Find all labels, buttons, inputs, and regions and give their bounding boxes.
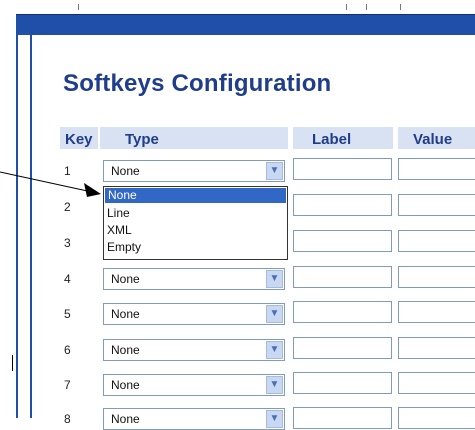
dropdown-option-empty[interactable]: Empty xyxy=(107,240,141,254)
type-dropdown-list[interactable]: None Line XML Empty xyxy=(103,186,288,260)
dropdown-option-xml[interactable]: XML xyxy=(107,223,132,237)
dropdown-option-none[interactable]: None xyxy=(105,188,286,203)
dropdown-option-line[interactable]: Line xyxy=(107,206,130,220)
